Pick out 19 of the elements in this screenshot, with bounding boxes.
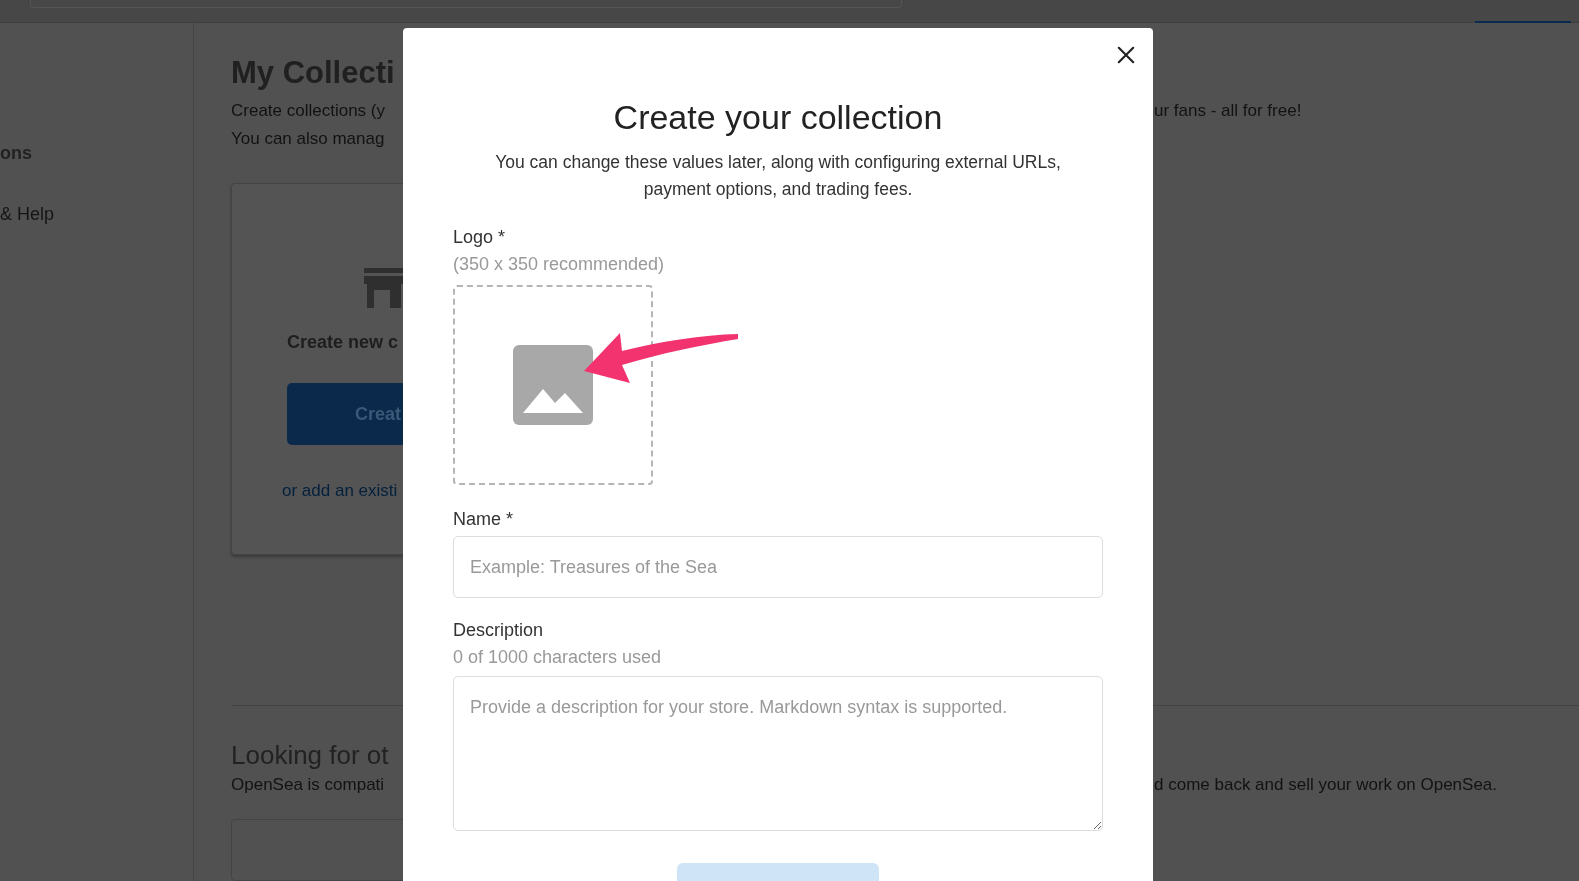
section-text: d come back and sell your work on OpenSea. bbox=[1154, 774, 1498, 796]
section-text: OpenSea is compati bbox=[231, 774, 386, 796]
character-count: 0 of 1000 characters used bbox=[453, 647, 662, 668]
intro-text: Create collections (y bbox=[231, 100, 386, 122]
name-field[interactable]: Example: Treasures of the Sea bbox=[453, 536, 1103, 598]
intro-text: ur fans - all for free! bbox=[1154, 100, 1302, 122]
close-icon[interactable] bbox=[1117, 46, 1135, 64]
sidebar-item[interactable]: & Help bbox=[0, 204, 193, 225]
name-label: Name * bbox=[453, 509, 514, 530]
intro-text: You can also manag bbox=[231, 128, 386, 150]
image-icon bbox=[513, 345, 593, 425]
logo-label: Logo * bbox=[453, 227, 506, 248]
add-existing-link[interactable]: or add an existi bbox=[282, 481, 398, 501]
description-label: Description bbox=[453, 620, 544, 641]
modal-subtitle: You can change these values later, along with configuring external URLs, payment options, and trading fees. bbox=[494, 151, 1062, 201]
modal-title: Create your collection bbox=[613, 98, 943, 137]
logo-hint: (350 x 350 recommended) bbox=[453, 254, 665, 275]
store-icon bbox=[364, 268, 404, 308]
description-field[interactable]: Provide a description for your store. Markdown syntax is supported. bbox=[453, 676, 1103, 831]
